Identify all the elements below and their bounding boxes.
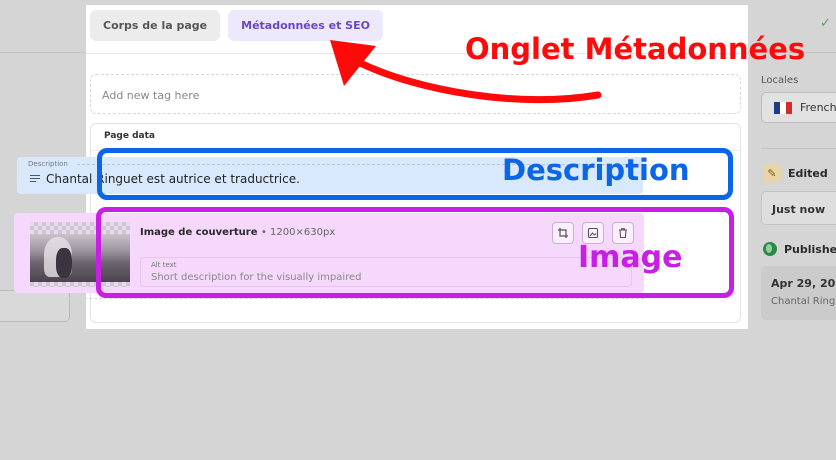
pencil-icon: ✎: [763, 164, 781, 182]
sidebar-divider: [761, 148, 836, 149]
published-card[interactable]: Apr 29, 2026 Chantal Ring: [761, 266, 836, 320]
edited-status: ✎ Edited: [763, 164, 828, 182]
image-callout: Image: [578, 240, 683, 275]
header-divider-left: [0, 52, 86, 53]
image-field-divider: [14, 298, 644, 299]
tag-input[interactable]: Add new tag here: [90, 74, 741, 114]
background-field[interactable]: [0, 290, 70, 322]
locale-value: French: [800, 101, 836, 114]
tab-page-body[interactable]: Corps de la page: [90, 10, 221, 41]
locales-label: Locales: [761, 75, 799, 86]
edited-time: Just now: [761, 191, 836, 225]
published-status: Published: [763, 242, 836, 256]
page-data-title: Page data: [104, 131, 155, 141]
tab-metadata-seo[interactable]: Métadonnées et SEO: [228, 10, 383, 41]
check-icon: ✓: [820, 16, 831, 31]
photo-subject-shadow: [56, 248, 72, 278]
published-label: Published: [784, 242, 836, 256]
text-lines-icon: [30, 175, 40, 184]
description-label: Description: [28, 160, 68, 168]
description-callout: Description: [502, 153, 690, 187]
published-author: Chantal Ring: [771, 296, 836, 307]
tab-callout: Onglet Métadonnées: [465, 32, 806, 66]
french-flag-icon: [774, 101, 792, 114]
locale-select[interactable]: French: [761, 92, 836, 123]
published-date: Apr 29, 2026: [771, 277, 836, 290]
edited-label: Edited: [788, 166, 828, 180]
globe-icon: [763, 242, 777, 256]
tab-bar: Corps de la page Métadonnées et SEO: [90, 10, 383, 41]
